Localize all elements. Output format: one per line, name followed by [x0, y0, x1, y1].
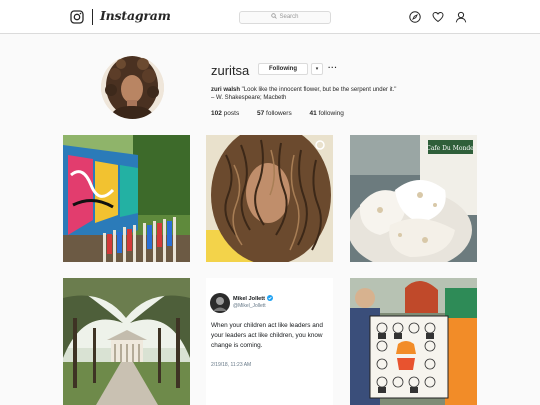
profile-bio: zuri walsh "Look like the innocent flowe… [211, 86, 491, 102]
instagram-wordmark[interactable]: Instagram [100, 8, 171, 23]
top-navigation-bar: Instagram Search [0, 0, 540, 34]
search-input[interactable]: Search [239, 11, 331, 24]
search-icon [271, 13, 278, 19]
post-thumbnail-beignets[interactable]: Cafe Du Monde [350, 135, 477, 262]
cup-logo-text: Cafe Du Monde [426, 145, 474, 152]
post-thumbnail-selfie[interactable] [206, 135, 333, 262]
post-thumbnail-oak-alley[interactable] [63, 278, 190, 405]
heart-icon[interactable] [432, 11, 444, 23]
bio-quote: "Look like the innocent flower, but be t… [240, 87, 397, 93]
post-thumbnail-graffiti[interactable] [63, 135, 190, 262]
search-placeholder: Search [279, 14, 299, 20]
person-icon[interactable] [455, 11, 467, 23]
profile-stats: 102 posts 57 followers 41 following [211, 110, 360, 117]
stat-posts: 102 posts [211, 110, 240, 117]
more-options-button[interactable]: ··· [328, 63, 338, 73]
stat-followers[interactable]: 57 followers [257, 110, 292, 117]
instagram-camera-icon[interactable] [70, 10, 84, 24]
profile-avatar[interactable] [101, 56, 164, 119]
post-thumbnail-protest-sign[interactable] [350, 278, 477, 405]
tweet-author-name: Mikel Jollett [233, 295, 273, 302]
profile-username: zuritsa [211, 63, 250, 78]
bio-attribution: – W. Shakespeare; Macbeth [211, 95, 287, 101]
verified-badge-icon [266, 295, 273, 301]
stat-following[interactable]: 41 following [310, 110, 344, 117]
following-button[interactable]: Following [258, 63, 308, 75]
compass-icon[interactable] [409, 11, 421, 23]
tweet-author-handle: @Mikel_Jollett [233, 303, 266, 309]
tweet-text: When your children act like leaders and … [211, 322, 323, 349]
tweet-date: 2/19/18, 11:23 AM [211, 362, 252, 368]
follow-dropdown-button[interactable]: ▾ [311, 63, 323, 75]
tweet-author-avatar [210, 293, 230, 313]
bio-full-name: zuri walsh [211, 87, 241, 93]
logo-divider [92, 9, 93, 25]
